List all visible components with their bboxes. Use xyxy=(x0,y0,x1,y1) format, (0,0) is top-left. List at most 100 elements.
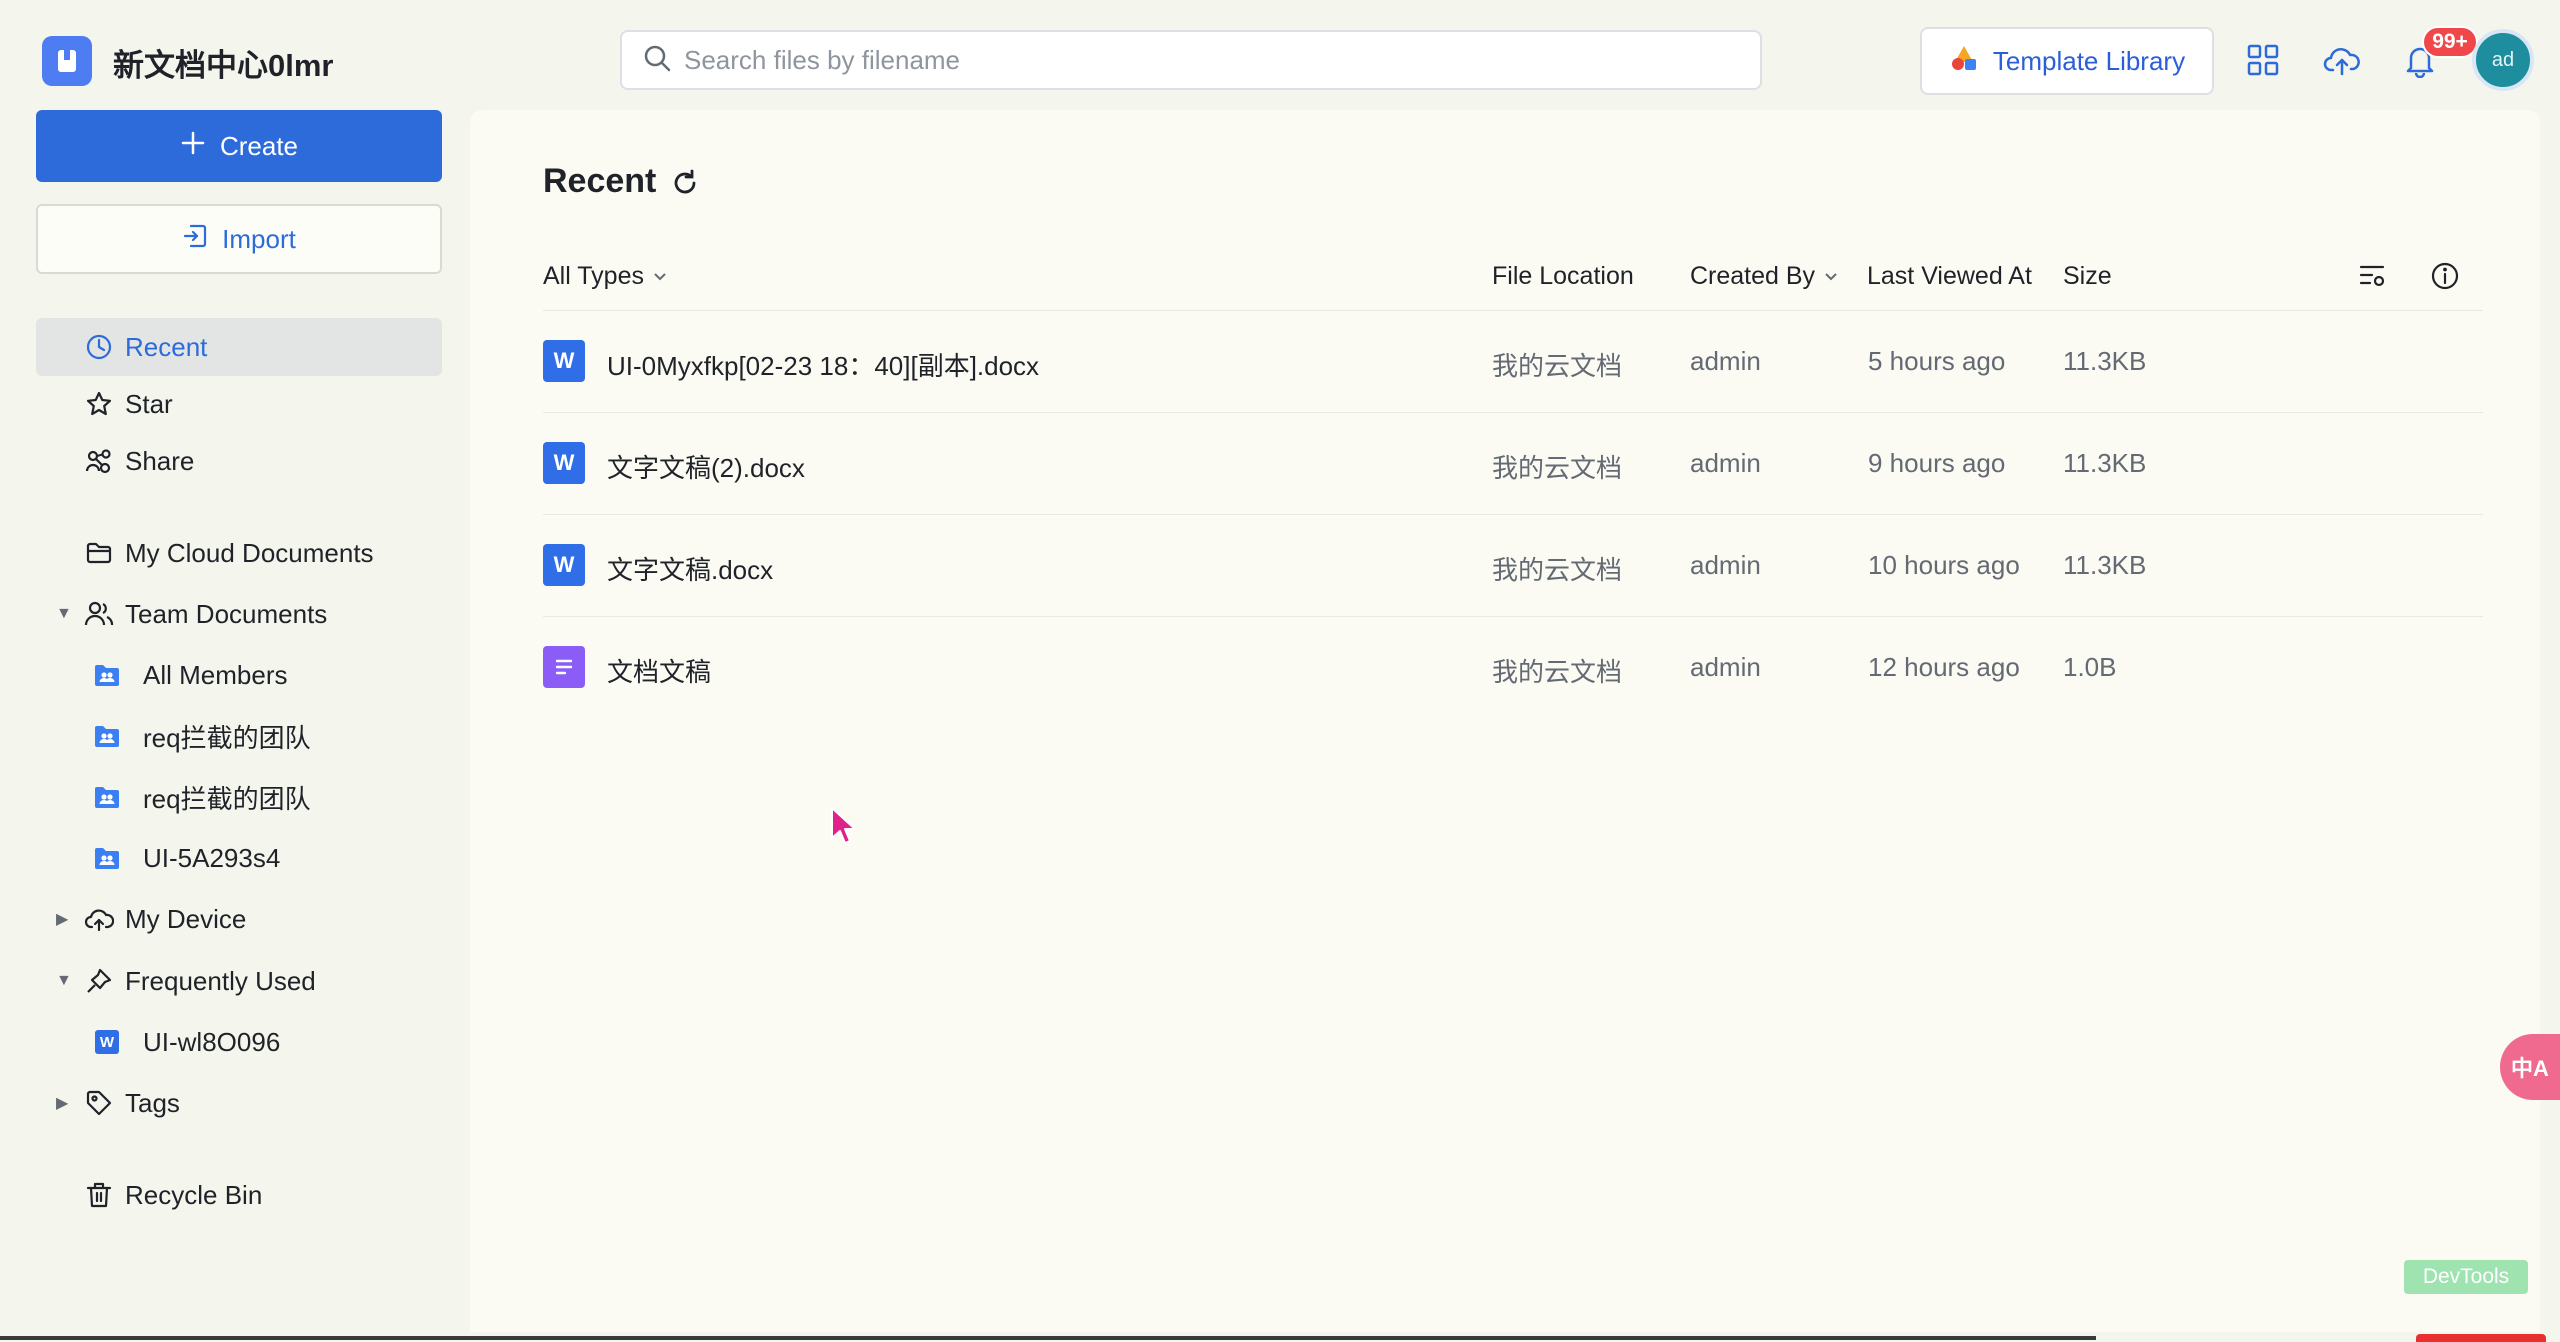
team-icon xyxy=(82,597,116,631)
file-size: 11.3KB xyxy=(2063,550,2147,580)
app-window: 新文档中心0lmr Template Library 99+ ad xyxy=(0,0,2560,1342)
sidebar-item-my-device[interactable]: ▶ My Device xyxy=(36,890,442,948)
sidebar-item-team-req-2[interactable]: req拦截的团队 xyxy=(36,768,442,826)
file-name[interactable]: UI-0Myxfkp[02-23 18：40][副本].docx xyxy=(607,346,1039,383)
file-location: 我的云文档 xyxy=(1492,351,1623,381)
file-name[interactable]: 文档文稿 xyxy=(607,652,711,689)
file-creator: admin xyxy=(1690,550,1761,580)
file-creator: admin xyxy=(1690,346,1761,376)
upload-cloud-icon[interactable] xyxy=(2318,36,2366,84)
file-last-viewed: 5 hours ago xyxy=(1868,346,2006,376)
type-filter-dropdown[interactable]: All Types xyxy=(543,262,668,291)
notification-badge: 99+ xyxy=(2422,26,2478,58)
file-last-viewed: 12 hours ago xyxy=(1868,652,2020,682)
chevron-down-icon xyxy=(1823,262,1839,291)
top-bar: 新文档中心0lmr Template Library 99+ ad xyxy=(0,0,2560,110)
column-settings-icon[interactable] xyxy=(2354,257,2392,295)
table-row[interactable]: 文档文稿 我的云文档 admin 12 hours ago 1.0B xyxy=(543,617,2483,717)
table-row[interactable]: W 文字文稿.docx 我的云文档 admin 10 hours ago 11.… xyxy=(543,515,2483,615)
import-icon xyxy=(182,223,208,256)
file-last-viewed: 10 hours ago xyxy=(1868,550,2020,580)
sidebar-item-recent[interactable]: Recent xyxy=(36,318,442,376)
share-icon xyxy=(82,444,116,478)
word-doc-icon: W xyxy=(543,544,585,586)
search-input[interactable] xyxy=(684,44,1744,76)
main-panel: Recent All Types File Location Created B… xyxy=(470,110,2540,1332)
devtools-button[interactable]: DevTools xyxy=(2404,1260,2528,1294)
created-by-filter[interactable]: Created By xyxy=(1690,262,1839,291)
sidebar-item-label: Recent xyxy=(125,331,208,362)
caret-down-icon[interactable]: ▼ xyxy=(56,972,72,990)
caret-down-icon[interactable]: ▼ xyxy=(56,605,72,623)
file-size: 11.3KB xyxy=(2063,448,2147,478)
sidebar-item-team-req-1[interactable]: req拦截的团队 xyxy=(36,707,442,765)
sidebar-item-team-documents[interactable]: ▼ Team Documents xyxy=(36,585,442,643)
sidebar-item-label: My Device xyxy=(125,903,247,934)
caret-right-icon[interactable]: ▶ xyxy=(56,909,68,929)
team-folder-icon xyxy=(90,841,124,875)
trash-icon xyxy=(82,1178,116,1212)
file-location: 我的云文档 xyxy=(1492,453,1623,483)
sidebar-item-ui-wl8o096[interactable]: W UI-wl8O096 xyxy=(36,1013,442,1071)
sidebar-item-label: Team Documents xyxy=(125,598,328,629)
file-name[interactable]: 文字文稿.docx xyxy=(607,550,773,587)
column-size: Size xyxy=(2063,262,2112,290)
svg-text:W: W xyxy=(100,1034,115,1051)
folder-icon xyxy=(82,536,116,570)
translate-button[interactable]: 中A xyxy=(2500,1034,2560,1100)
tag-icon xyxy=(82,1086,116,1120)
caret-right-icon[interactable]: ▶ xyxy=(56,1093,68,1113)
file-last-viewed: 9 hours ago xyxy=(1868,448,2006,478)
team-folder-icon xyxy=(90,719,124,753)
sidebar-item-all-members[interactable]: All Members xyxy=(36,646,442,704)
mouse-cursor-icon xyxy=(830,806,858,851)
word-doc-icon: W xyxy=(543,340,585,382)
sidebar-item-star[interactable]: Star xyxy=(36,375,442,433)
file-size: 11.3KB xyxy=(2063,346,2147,376)
app-logo-icon[interactable] xyxy=(42,36,92,86)
refresh-icon[interactable] xyxy=(668,166,702,200)
import-button[interactable]: Import xyxy=(36,204,442,274)
sidebar-item-label: Star xyxy=(125,388,173,419)
template-library-button[interactable]: Template Library xyxy=(1920,27,2214,95)
search-box[interactable] xyxy=(620,30,1762,90)
template-library-label: Template Library xyxy=(1992,45,2186,76)
create-button[interactable]: Create xyxy=(36,110,442,182)
cloud-device-icon xyxy=(82,902,116,936)
apps-grid-icon[interactable] xyxy=(2239,36,2287,84)
file-size: 1.0B xyxy=(2063,652,2117,682)
column-file-location: File Location xyxy=(1492,262,1634,290)
file-name[interactable]: 文字文稿(2).docx xyxy=(607,448,805,485)
table-row[interactable]: W 文字文稿(2).docx 我的云文档 admin 9 hours ago 1… xyxy=(543,413,2483,513)
sidebar-item-share[interactable]: Share xyxy=(36,432,442,490)
sidebar-item-frequently-used[interactable]: ▼ Frequently Used xyxy=(36,952,442,1010)
clock-icon xyxy=(82,330,116,364)
sidebar-item-label: Tags xyxy=(125,1087,180,1118)
created-by-label: Created By xyxy=(1690,262,1816,290)
page-title: Recent xyxy=(543,162,657,200)
template-library-icon xyxy=(1949,43,1979,80)
create-label: Create xyxy=(219,130,299,161)
sidebar-item-label: UI-wl8O096 xyxy=(143,1026,281,1057)
star-icon xyxy=(82,387,116,421)
sidebar: Create Import Recent Star Share My Cloud… xyxy=(0,110,470,1342)
sidebar-item-recycle-bin[interactable]: Recycle Bin xyxy=(36,1166,442,1224)
avatar[interactable]: ad xyxy=(2472,29,2534,91)
sidebar-item-my-cloud-documents[interactable]: My Cloud Documents xyxy=(36,524,442,582)
sidebar-item-label: req拦截的团队 xyxy=(143,722,311,753)
doc-file-icon xyxy=(543,646,585,688)
search-icon xyxy=(642,43,672,78)
sidebar-item-tags[interactable]: ▶ Tags xyxy=(36,1074,442,1132)
info-icon[interactable] xyxy=(2426,257,2464,295)
sidebar-item-label: Frequently Used xyxy=(125,965,316,996)
sidebar-item-label: Share xyxy=(125,445,195,476)
app-title: 新文档中心0lmr xyxy=(113,48,334,83)
sidebar-item-label: UI-5A293s4 xyxy=(143,842,281,873)
bottom-scrollbar[interactable] xyxy=(0,1336,2096,1340)
file-location: 我的云文档 xyxy=(1492,657,1623,687)
word-doc-icon: W xyxy=(90,1025,124,1059)
word-doc-icon: W xyxy=(543,442,585,484)
import-label: Import xyxy=(222,223,296,254)
sidebar-item-team-ui-5a293s4[interactable]: UI-5A293s4 xyxy=(36,829,442,887)
table-row[interactable]: W UI-0Myxfkp[02-23 18：40][副本].docx 我的云文档… xyxy=(543,311,2483,411)
